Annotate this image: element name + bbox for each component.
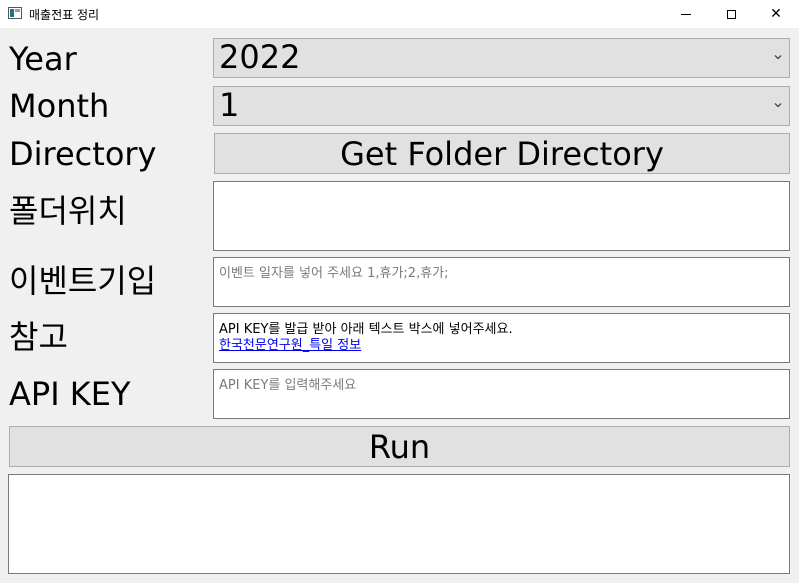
close-button[interactable]: ✕	[753, 0, 799, 28]
minimize-button[interactable]	[663, 0, 709, 28]
event-label: 이벤트기입	[9, 262, 157, 300]
api-key-label: API KEY	[9, 375, 131, 413]
minimize-icon	[681, 13, 691, 15]
run-button[interactable]: Run	[9, 426, 790, 467]
chevron-down-icon	[774, 103, 782, 108]
api-key-input[interactable]: API KEY를 입력해주세요	[213, 369, 790, 419]
maximize-button[interactable]	[708, 0, 754, 28]
close-icon: ✕	[770, 6, 782, 22]
month-label: Month	[9, 87, 110, 125]
year-value: 2022	[219, 38, 301, 76]
year-label: Year	[9, 40, 77, 78]
kasi-holiday-link[interactable]: 한국천문연구원_특일 정보	[219, 334, 361, 353]
get-folder-directory-button[interactable]: Get Folder Directory	[214, 133, 790, 174]
reference-label: 참고	[9, 318, 68, 356]
folder-location-label: 폴더위치	[9, 192, 127, 230]
directory-label: Directory	[9, 135, 157, 173]
api-key-placeholder: API KEY를 입력해주세요	[219, 378, 357, 393]
folder-location-field[interactable]	[213, 181, 790, 251]
year-select[interactable]: 2022	[213, 38, 790, 78]
output-box[interactable]	[8, 474, 790, 574]
app-icon	[8, 7, 22, 19]
chevron-down-icon	[774, 55, 782, 60]
maximize-icon	[726, 9, 736, 19]
title-bar: 매출전표 정리 ✕	[0, 0, 799, 28]
window-title: 매출전표 정리	[29, 8, 100, 22]
reference-box: API KEY를 발급 받아 아래 텍스트 박스에 넣어주세요. 한국천문연구원…	[213, 313, 790, 363]
month-select[interactable]: 1	[213, 86, 790, 126]
event-input-placeholder: 이벤트 일자를 넣어 주세요 1,휴가;2,휴가;	[219, 266, 449, 281]
month-value: 1	[219, 86, 240, 124]
event-input[interactable]: 이벤트 일자를 넣어 주세요 1,휴가;2,휴가;	[213, 257, 790, 307]
